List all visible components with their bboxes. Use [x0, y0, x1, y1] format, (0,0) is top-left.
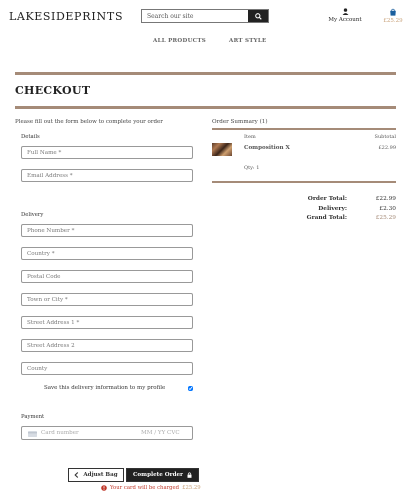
- delivery-cost-value: £2.30: [379, 206, 396, 212]
- my-account-link[interactable]: My Account: [325, 8, 365, 23]
- order-total-label: Order Total:: [307, 196, 347, 202]
- form-intro-text: Please fill out the form below to comple…: [15, 119, 163, 125]
- nav-item-all-products[interactable]: ALL PRODUCTS: [153, 38, 206, 44]
- street-address-1-field: [21, 316, 193, 329]
- order-summary-title: Order Summary (1): [212, 119, 268, 125]
- save-info-label: Save this delivery information to my pro…: [44, 385, 166, 391]
- product-name: Composition X: [244, 145, 290, 151]
- adjust-bag-label: Adjust Bag: [83, 472, 118, 478]
- street-address-1-input[interactable]: [22, 317, 192, 328]
- save-info-row: Save this delivery information to my pro…: [44, 385, 194, 393]
- search-button[interactable]: [248, 10, 268, 22]
- grand-total-value: £25.29: [375, 215, 396, 221]
- chevron-left-icon: [74, 472, 79, 478]
- full-name-field: [21, 146, 193, 159]
- country-input[interactable]: [22, 248, 192, 259]
- top-divider: [15, 72, 396, 75]
- logo-bold-text: LAKESIDE: [9, 10, 75, 23]
- user-icon: [342, 8, 348, 15]
- complete-order-button[interactable]: Complete Order: [126, 468, 199, 482]
- nav-item-art-style[interactable]: ART STYLE: [229, 38, 267, 44]
- charge-notice-text: Your card will be charged: [110, 485, 180, 491]
- county-field: [21, 362, 193, 375]
- account-label: My Account: [328, 17, 362, 23]
- email-input[interactable]: [22, 170, 192, 181]
- delivery-label: Delivery: [21, 212, 44, 218]
- card-expiry-cvc-placeholder: MM / YY CVC: [141, 430, 180, 436]
- warning-icon: [101, 485, 107, 491]
- logo-thin-text: PRINTS: [74, 10, 124, 23]
- town-input[interactable]: [22, 294, 192, 305]
- card-element[interactable]: Card number MM / YY CVC: [21, 426, 193, 440]
- complete-order-label: Complete Order: [132, 472, 184, 478]
- email-field: [21, 169, 193, 182]
- search-bar: [141, 9, 269, 23]
- search-icon: [254, 12, 262, 20]
- phone-input[interactable]: [22, 225, 192, 236]
- street-address-2-input[interactable]: [22, 340, 192, 351]
- shopping-bag-icon: [390, 8, 396, 16]
- title-divider: [15, 106, 396, 109]
- page-title: CHECKOUT: [15, 84, 91, 97]
- column-header-subtotal: Subtotal: [374, 134, 396, 140]
- postal-code-input[interactable]: [22, 271, 192, 282]
- product-quantity: Qty: 1: [244, 165, 260, 171]
- county-input[interactable]: [22, 363, 192, 374]
- shopping-bag-link[interactable]: £25.29: [381, 8, 405, 24]
- full-name-input[interactable]: [22, 147, 192, 158]
- card-number-placeholder: Card number: [41, 430, 79, 436]
- credit-card-icon: [28, 431, 37, 437]
- product-thumbnail[interactable]: [212, 143, 232, 156]
- main-nav: ALL PRODUCTS ART STYLE: [0, 38, 410, 48]
- details-label: Details: [21, 134, 40, 140]
- summary-top-divider: [212, 128, 396, 130]
- grand-total-label: Grand Total:: [306, 215, 347, 221]
- product-subtotal: £22.99: [378, 145, 397, 151]
- column-header-item: Item: [244, 134, 256, 140]
- postal-code-field: [21, 270, 193, 283]
- adjust-bag-button[interactable]: Adjust Bag: [68, 468, 124, 482]
- phone-field: [21, 224, 193, 237]
- charge-notice: Your card will be charged £25.29: [101, 485, 201, 491]
- country-field: [21, 247, 193, 260]
- town-field: [21, 293, 193, 306]
- charge-amount: £25.29: [182, 485, 201, 491]
- site-logo[interactable]: LAKESIDEPRINTS: [9, 10, 123, 23]
- lock-icon: [187, 472, 192, 478]
- cart-total: £25.29: [383, 18, 403, 24]
- delivery-cost-label: Delivery:: [318, 206, 347, 212]
- search-input[interactable]: [142, 10, 250, 22]
- payment-label: Payment: [21, 414, 45, 420]
- site-header: LAKESIDEPRINTS My Account £25.29: [0, 0, 410, 32]
- street-address-2-field: [21, 339, 193, 352]
- summary-bottom-divider: [212, 181, 396, 183]
- save-info-checkbox[interactable]: [188, 386, 193, 391]
- order-total-value: £22.99: [375, 196, 396, 202]
